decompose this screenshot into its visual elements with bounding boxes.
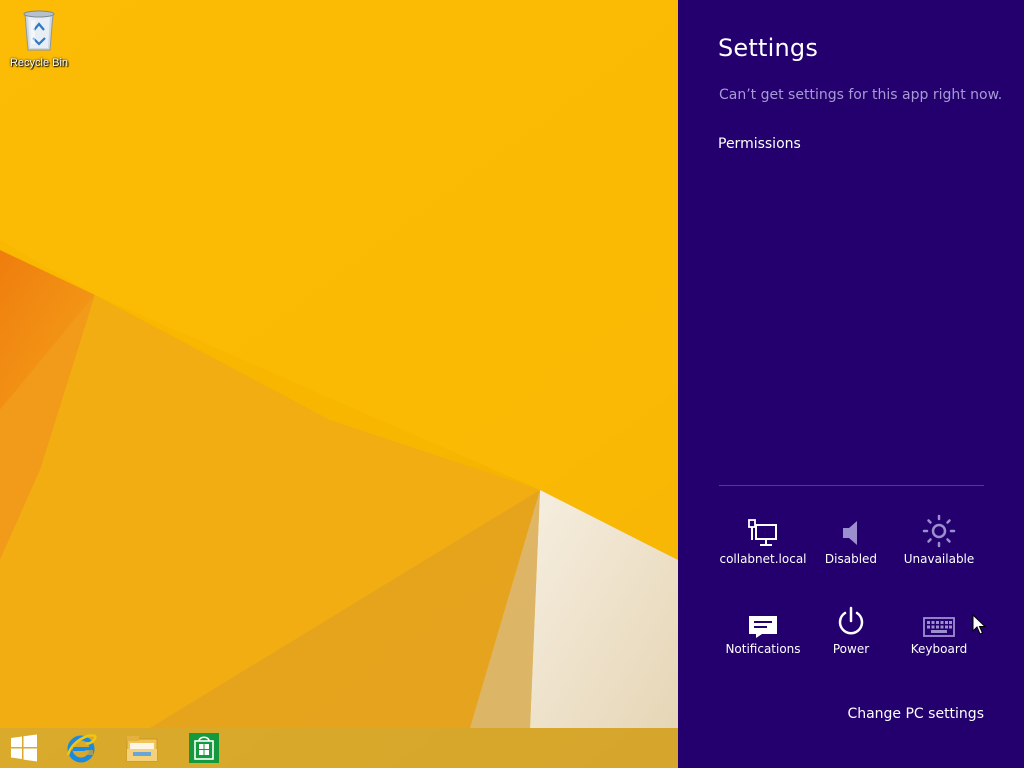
store-taskbar-button[interactable] xyxy=(180,728,228,768)
store-icon xyxy=(189,733,219,763)
screen: Recycle Bin Settings Can’t get settings … xyxy=(0,0,1024,768)
settings-unavailable-message: Can’t get settings for this app right no… xyxy=(719,87,1003,103)
permissions-link[interactable]: Permissions xyxy=(718,136,801,152)
change-pc-settings-link[interactable]: Change PC settings xyxy=(847,706,984,722)
power-tile-label: Power xyxy=(832,642,870,656)
internet-explorer-icon xyxy=(66,734,97,763)
windows-start-icon xyxy=(11,734,37,762)
settings-title: Settings xyxy=(718,34,819,62)
notifications-icon xyxy=(749,616,777,638)
settings-charm-pane: Settings Can’t get settings for this app… xyxy=(678,0,1024,768)
keyboard-tile-label: Keyboard xyxy=(910,642,968,656)
keyboard-icon xyxy=(923,617,955,637)
file-explorer-icon xyxy=(126,736,158,762)
notifications-tile-label: Notifications xyxy=(725,642,801,656)
notifications-tile[interactable]: Notifications xyxy=(719,602,807,664)
power-tile[interactable]: Power xyxy=(807,602,895,664)
power-icon xyxy=(838,606,864,635)
internet-explorer-taskbar-button[interactable] xyxy=(57,728,105,768)
file-explorer-taskbar-button[interactable] xyxy=(118,728,166,768)
brightness-icon xyxy=(922,514,956,548)
brightness-tile[interactable]: Unavailable xyxy=(895,512,983,574)
settings-divider xyxy=(719,485,984,486)
recycle-bin-label: Recycle Bin xyxy=(9,57,69,69)
recycle-bin-desktop-icon[interactable]: Recycle Bin xyxy=(4,6,74,76)
network-tile-label: collabnet.local xyxy=(719,552,807,566)
volume-tile-label: Disabled xyxy=(824,552,878,566)
brightness-tile-label: Unavailable xyxy=(903,552,975,566)
mouse-cursor-icon xyxy=(972,614,986,635)
recycle-bin-icon xyxy=(23,10,55,51)
speaker-icon xyxy=(843,521,857,545)
network-tile[interactable]: collabnet.local xyxy=(719,512,807,574)
keyboard-tile[interactable]: Keyboard xyxy=(895,602,983,664)
volume-tile[interactable]: Disabled xyxy=(807,512,895,574)
network-icon xyxy=(748,519,777,546)
taskbar xyxy=(0,728,678,768)
start-button[interactable] xyxy=(0,728,48,768)
